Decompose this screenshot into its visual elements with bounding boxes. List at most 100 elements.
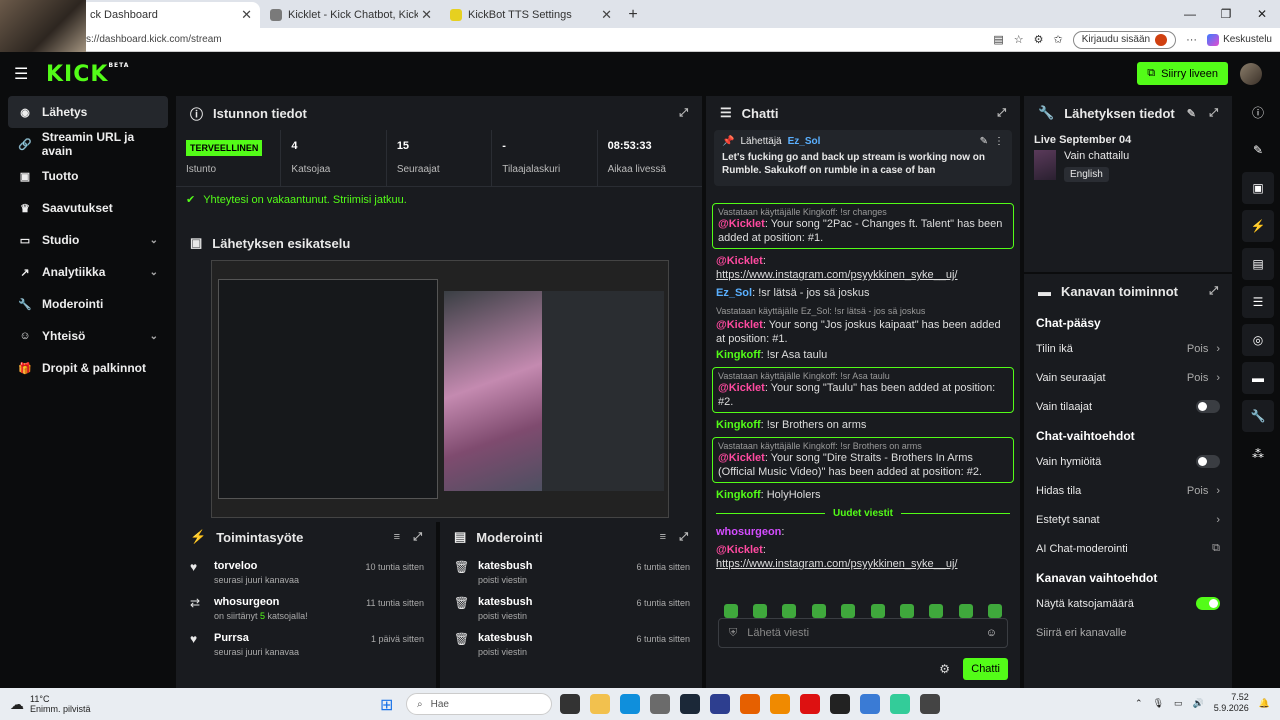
filter-icon[interactable]: ≡ <box>394 531 400 543</box>
chat-link[interactable]: https://www.instagram.com/psyykkinen_syk… <box>716 269 958 281</box>
chat-input[interactable]: ⛨ Lähetä viesti ☺ <box>718 618 1008 648</box>
followers-only-row[interactable]: Vain seuraajat Pois › <box>1024 363 1232 392</box>
chat-user[interactable]: @Kicklet <box>718 382 765 394</box>
more-icon[interactable]: ··· <box>1186 34 1197 46</box>
sidebar-item-studio[interactable]: ▭ Studio ⌄ <box>0 224 172 256</box>
store-icon[interactable] <box>650 694 670 714</box>
maximize-icon[interactable]: ❐ <box>1208 0 1244 28</box>
pinned-sender[interactable]: Ez_Sol <box>788 136 821 147</box>
close-icon[interactable]: ✕ <box>241 7 252 23</box>
task-view-icon[interactable] <box>560 694 580 714</box>
sidebar-item-moderation[interactable]: 🔧 Moderointi <box>0 288 172 320</box>
clock[interactable]: 7.52 5.9.2026 <box>1214 692 1249 714</box>
notifications-icon[interactable]: 🔔 <box>1259 698 1270 709</box>
chat-user[interactable]: @Kicklet <box>716 255 763 267</box>
move-channel-row[interactable]: Siirrä eri kanavalle <box>1024 618 1232 647</box>
microphone-icon[interactable]: 🎙 <box>1153 698 1164 709</box>
app-icon[interactable] <box>890 694 910 714</box>
expand-icon[interactable]: ⤢ <box>679 107 688 120</box>
chat-user[interactable]: whosurgeon <box>716 526 781 538</box>
obs-icon[interactable] <box>920 694 940 714</box>
vlc-icon[interactable] <box>770 694 790 714</box>
new-tab-button[interactable]: + <box>620 2 646 28</box>
terminal-icon[interactable] <box>830 694 850 714</box>
go-live-button[interactable]: ⧉ Siirry liveen <box>1137 62 1228 85</box>
signin-button[interactable]: Kirjaudu sisään <box>1072 30 1177 49</box>
chat-user[interactable]: @Kicklet <box>718 218 765 230</box>
edit-icon[interactable]: ✎ <box>1187 107 1196 120</box>
kick-logo[interactable]: KICKBETA <box>46 62 129 87</box>
bolt-icon[interactable]: ⚡ <box>1242 210 1274 242</box>
windows-start-icon[interactable]: ⊞ <box>380 695 393 715</box>
blocked-words-row[interactable]: Estetyt sanat › <box>1024 505 1232 534</box>
subs-only-toggle[interactable] <box>1196 400 1220 413</box>
chat-user[interactable]: @Kicklet <box>716 544 763 556</box>
photos-icon[interactable] <box>860 694 880 714</box>
emotes-only-toggle[interactable] <box>1196 455 1220 468</box>
chat-link[interactable]: https://www.instagram.com/psyykkinen_syk… <box>716 558 958 570</box>
minimize-icon[interactable]: — <box>1172 0 1208 28</box>
sidebar-item-achievements[interactable]: ♛ Saavutukset <box>0 192 172 224</box>
show-viewers-toggle[interactable] <box>1196 597 1220 610</box>
firefox-icon[interactable] <box>740 694 760 714</box>
explorer-icon[interactable] <box>590 694 610 714</box>
close-icon[interactable]: ✕ <box>601 7 612 23</box>
menu-icon[interactable]: ☰ <box>14 64 38 84</box>
slow-mode-row[interactable]: Hidas tila Pois › <box>1024 476 1232 505</box>
apps-icon[interactable]: ⁂ <box>1242 438 1274 470</box>
emote-icon[interactable] <box>753 604 768 618</box>
sidebar-item-revenue[interactable]: ▣ Tuotto <box>0 160 172 192</box>
sidebar-item-drops[interactable]: 🎁 Dropit & palkinnot <box>0 352 172 384</box>
reader-icon[interactable]: ▤ <box>993 33 1003 46</box>
expand-icon[interactable]: ⤢ <box>1209 107 1218 120</box>
emote-icon[interactable] <box>841 604 856 618</box>
volume-icon[interactable]: 🔊 <box>1193 698 1204 709</box>
pinned-message[interactable]: 📌 Lähettäjä Ez_Sol ✎ ⋮ Let's fucking go and … <box>714 130 1012 186</box>
ai-mod-row[interactable]: AI Chat-moderointi ⧉ <box>1024 534 1232 563</box>
chevron-up-icon[interactable]: ⌃ <box>1135 698 1143 709</box>
expand-icon[interactable]: ⤢ <box>413 531 422 544</box>
edit-icon[interactable]: ✎ <box>1242 134 1274 166</box>
tab-dashboard[interactable]: ck Dashboard ✕ <box>80 2 260 28</box>
favorite-star-icon[interactable]: ☆ <box>1014 33 1024 46</box>
copilot-button[interactable]: Keskustelu <box>1207 33 1272 46</box>
steam-icon[interactable] <box>680 694 700 714</box>
emote-icon[interactable] <box>723 604 738 618</box>
expand-icon[interactable]: ⤢ <box>1209 285 1218 298</box>
taskbar-search[interactable]: ⌕ Hae <box>406 693 552 715</box>
emoji-icon[interactable]: ☺ <box>986 627 997 639</box>
expand-icon[interactable]: ⤢ <box>679 531 688 544</box>
weather-widget[interactable]: ☁ 11°C Enimm. pilvistä <box>0 694 91 714</box>
chat-user[interactable]: @Kicklet <box>716 319 763 331</box>
unpin-icon[interactable]: ✎ <box>980 136 988 147</box>
chat-user[interactable]: Kingkoff <box>716 349 761 361</box>
edge-icon[interactable] <box>620 694 640 714</box>
sidebar-item-community[interactable]: ☺ Yhteisö ⌄ <box>0 320 172 352</box>
send-chat-button[interactable]: Chatti <box>963 658 1008 680</box>
app-icon[interactable] <box>710 694 730 714</box>
emote-icon[interactable] <box>870 604 885 618</box>
emote-icon[interactable] <box>811 604 826 618</box>
avatar[interactable] <box>1240 63 1262 85</box>
emote-icon[interactable] <box>782 604 797 618</box>
chat-user[interactable]: Kingkoff <box>716 419 761 431</box>
sidebar-item-analytics[interactable]: ↗ Analytiikka ⌄ <box>0 256 172 288</box>
account-age-row[interactable]: Tilin ikä Pois › <box>1024 334 1232 363</box>
emote-icon[interactable] <box>929 604 944 618</box>
collections-icon[interactable]: ✩ <box>1053 33 1062 46</box>
sidebar-item-stream-url[interactable]: 🔗 Streamin URL ja avain <box>0 128 172 160</box>
close-icon[interactable]: ✕ <box>421 7 432 23</box>
opera-icon[interactable] <box>800 694 820 714</box>
expand-icon[interactable]: ⤢ <box>997 107 1006 120</box>
extensions-icon[interactable]: ⚙ <box>1034 33 1044 46</box>
chat-icon[interactable]: ☰ <box>1242 286 1274 318</box>
filter-icon[interactable]: ≡ <box>660 531 666 543</box>
tab-kicklet[interactable]: Kicklet - Kick Chatbot, Kick Widge ✕ <box>260 2 440 28</box>
emote-icon[interactable] <box>900 604 915 618</box>
wrench-icon[interactable]: 🔧 <box>1242 400 1274 432</box>
list-icon[interactable]: ▤ <box>1242 248 1274 280</box>
chat-user[interactable]: @Kicklet <box>718 452 765 464</box>
close-window-icon[interactable]: ✕ <box>1244 0 1280 28</box>
stream-preview[interactable] <box>211 260 669 518</box>
url-field[interactable]: s://dashboard.kick.com/stream <box>86 34 222 45</box>
